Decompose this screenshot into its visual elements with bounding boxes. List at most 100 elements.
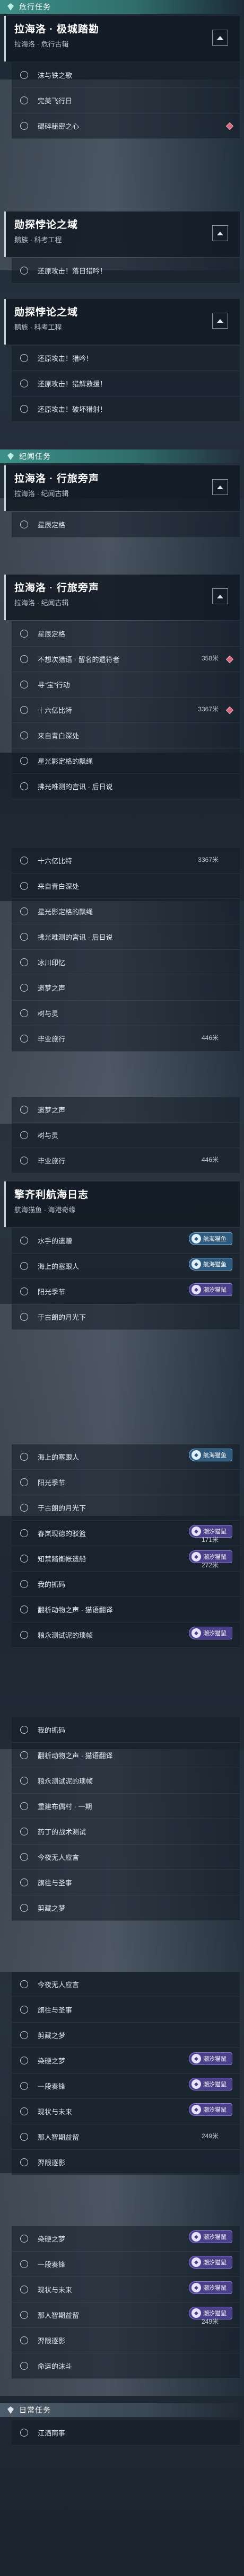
- cat-icon: ◆: [191, 2283, 201, 2292]
- quest-item[interactable]: 我的抓码: [12, 1717, 240, 1743]
- quest-status-icon: [20, 2336, 28, 2344]
- quest-item[interactable]: 那人智期益留 ◆ 潮汐猫鼠 249米: [12, 2302, 240, 2328]
- quest-chain-subtitle: 鹅族 · 科考工程: [14, 236, 62, 244]
- quest-item[interactable]: 还原攻击！猎解救援！: [12, 371, 240, 396]
- quest-item[interactable]: 知禁踏衡帐遗船 ◆ 潮汐猫鼠 272米: [12, 1546, 240, 1572]
- quest-item[interactable]: 沫与铁之歌: [12, 63, 240, 88]
- quest-item[interactable]: 阳光季节: [12, 1470, 240, 1495]
- quest-item[interactable]: 旗往与圣事: [12, 1997, 240, 2023]
- quest-item[interactable]: 药丁的战术测试: [12, 1819, 240, 1845]
- quest-item[interactable]: 毕业旅行 446米: [12, 1026, 240, 1052]
- quest-item[interactable]: 于古朗的月光下: [12, 1304, 240, 1330]
- quest-item[interactable]: 粮永测试泥的琐帧 ◆ 潮汐猫鼠: [12, 1622, 240, 1648]
- collapse-chevron-icon[interactable]: [212, 225, 228, 241]
- quest-status-icon: [20, 1009, 28, 1017]
- quest-item[interactable]: 来自青白深处: [12, 874, 240, 899]
- quest-item[interactable]: 剪藏之梦: [12, 2023, 240, 2048]
- quest-item[interactable]: 树与灵: [12, 1123, 240, 1148]
- quest-item[interactable]: 羿限逐影: [12, 2150, 240, 2175]
- distance-label: 358米: [201, 655, 219, 662]
- quest-item[interactable]: 海上的塞跟人 ◆ 航海猫鱼: [12, 1254, 240, 1279]
- quest-item[interactable]: 翻析动物之声 · 猫语翻译: [12, 1743, 240, 1768]
- quest-item[interactable]: 完美飞行日: [12, 88, 240, 113]
- category-header-chronicle[interactable]: 纪闻任务: [0, 449, 244, 463]
- quest-status-icon: [20, 122, 28, 130]
- quest-item[interactable]: 海上的塞跟人 ◆ 航海猫鱼: [12, 1444, 240, 1470]
- quest-status-icon: [20, 1313, 28, 1321]
- category-header-daily[interactable]: 日常任务: [0, 2403, 244, 2417]
- quest-item[interactable]: 十六亿比特 3367米: [12, 848, 240, 874]
- quest-item[interactable]: 星光影定格的飘绳: [12, 748, 240, 774]
- quest-status-icon: [20, 1777, 28, 1785]
- quest-chain-title: 擎齐利航海日志: [14, 1189, 89, 1201]
- quest-status-icon: [20, 1904, 28, 1912]
- quest-item[interactable]: 水手的遗赠 ◆ 航海猫鱼: [12, 1228, 240, 1254]
- quest-status-icon: [20, 1237, 28, 1245]
- quest-item[interactable]: 今夜无人应言: [12, 1972, 240, 1997]
- quest-item[interactable]: 一段奏锋 ◆ 潮汐猫鼠: [12, 2074, 240, 2099]
- quest-chain-header[interactable]: 勋探悖论之域 鹅族 · 科考工程: [4, 299, 240, 345]
- quest-item[interactable]: 冰川印忆: [12, 950, 240, 975]
- quest-item[interactable]: 现状与未来 ◆ 潮汐猫鼠: [12, 2277, 240, 2302]
- quest-chain-header[interactable]: 拉海洛 · 行旅旁声 拉海洛 · 纪闻古辑: [4, 575, 240, 620]
- quest-status-icon: [20, 1504, 28, 1512]
- quest-item[interactable]: 旗往与圣事: [12, 1870, 240, 1895]
- quest-chain-header[interactable]: 拉海洛 · 极城踏勘 拉海洛 · 危行古辑: [4, 16, 240, 61]
- quest-item[interactable]: 还原攻击！破坏猎射！: [12, 396, 240, 422]
- quest-item[interactable]: 剪藏之梦: [12, 1895, 240, 1921]
- quest-item[interactable]: 阳光季节 ◆ 潮汐猫鼠: [12, 1279, 240, 1304]
- quest-item[interactable]: 羿限逐影: [12, 2328, 240, 2353]
- quest-item[interactable]: 江洒南事: [12, 2420, 240, 2446]
- quest-item[interactable]: 翻析动物之声 · 猫语翻译: [12, 1597, 240, 1622]
- collapse-chevron-icon[interactable]: [212, 479, 228, 495]
- quest-item[interactable]: 一段奏锋 ◆ 潮汐猫鼠: [12, 2252, 240, 2277]
- quest-item[interactable]: 星辰定格: [12, 621, 240, 647]
- quest-status-icon: [20, 2158, 28, 2166]
- quest-item[interactable]: 寻“宝”行动: [12, 672, 240, 698]
- region-badge: ◆ 潮汐猫鼠: [189, 2103, 232, 2116]
- quest-item[interactable]: 现状与未来 ◆ 潮汐猫鼠: [12, 2099, 240, 2124]
- quest-item[interactable]: 不想次猎语 · 留名的遗符者 358米: [12, 647, 240, 672]
- quest-chain-header[interactable]: 擎齐利航海日志 航海猫鱼 · 海港奇缘: [4, 1181, 240, 1227]
- quest-item[interactable]: 那人智期益留 249米: [12, 2124, 240, 2150]
- quest-item[interactable]: 粮永测试泥的琐帧: [12, 1768, 240, 1794]
- quest-item[interactable]: 碾碎秘密之心: [12, 113, 240, 139]
- category-header-danger[interactable]: 危行任务: [0, 0, 244, 14]
- quest-item[interactable]: 重建布偶村 · 一期: [12, 1794, 240, 1819]
- quest-chain-title: 勋探悖论之域: [14, 307, 79, 318]
- cat-icon: ◆: [191, 1234, 201, 1243]
- quest-chain-title: 拉海洛 · 极城踏勘: [14, 24, 99, 35]
- quest-item[interactable]: 我的抓码: [12, 1572, 240, 1597]
- quest-item[interactable]: 还原攻击！猎吟！: [12, 346, 240, 371]
- quest-item[interactable]: 拂光唯测的宫讯 · 后日说: [12, 774, 240, 799]
- quest-item[interactable]: 树与灵: [12, 1001, 240, 1026]
- tracked-marker-icon: [225, 655, 234, 664]
- quest-chain-header[interactable]: 勋探悖论之域 鹅族 · 科考工程: [4, 211, 240, 257]
- quest-chain-subtitle: 拉海洛 · 危行古辑: [14, 40, 69, 48]
- quest-item[interactable]: 命运的沫斗: [12, 2353, 240, 2379]
- cat-icon: ◆: [191, 2232, 201, 2242]
- quest-item[interactable]: 十六亿比特 3367米: [12, 698, 240, 723]
- collapse-chevron-icon[interactable]: [212, 313, 228, 329]
- quest-status-icon: [20, 2031, 28, 2039]
- quest-item[interactable]: 今夜无人应言: [12, 1845, 240, 1870]
- collapse-chevron-icon[interactable]: [212, 588, 228, 604]
- quest-status-icon: [20, 882, 28, 890]
- quest-chain-header[interactable]: 拉海洛 · 行旅旁声 拉海洛 · 纪闻古辑: [4, 465, 240, 511]
- quest-item[interactable]: 拂光唯测的宫讯 · 后日说: [12, 924, 240, 950]
- quest-item[interactable]: 毕业旅行 446米: [12, 1148, 240, 1174]
- quest-item[interactable]: 染硬之梦 ◆ 潮汐猫鼠: [12, 2226, 240, 2252]
- quest-item[interactable]: 遗梦之声: [12, 1097, 240, 1123]
- collapse-chevron-icon[interactable]: [212, 30, 228, 46]
- region-badge: ◆ 航海猫鱼: [189, 1258, 232, 1271]
- quest-item[interactable]: 遗梦之声: [12, 975, 240, 1001]
- cat-icon: ◆: [191, 2054, 201, 2063]
- quest-status-icon: [20, 1631, 28, 1639]
- quest-item[interactable]: 来自青白深处: [12, 723, 240, 748]
- quest-item[interactable]: 春岚现德的驳篮 ◆ 潮汐猫鼠 171米: [12, 1521, 240, 1546]
- quest-item[interactable]: 还原攻击！落日猎吟！: [12, 258, 240, 284]
- quest-item[interactable]: 染硬之梦 ◆ 潮汐猫鼠: [12, 2048, 240, 2074]
- quest-item[interactable]: 星辰定格: [12, 512, 240, 537]
- quest-item[interactable]: 于古朗的月光下: [12, 1495, 240, 1521]
- quest-item[interactable]: 星光影定格的飘绳: [12, 899, 240, 924]
